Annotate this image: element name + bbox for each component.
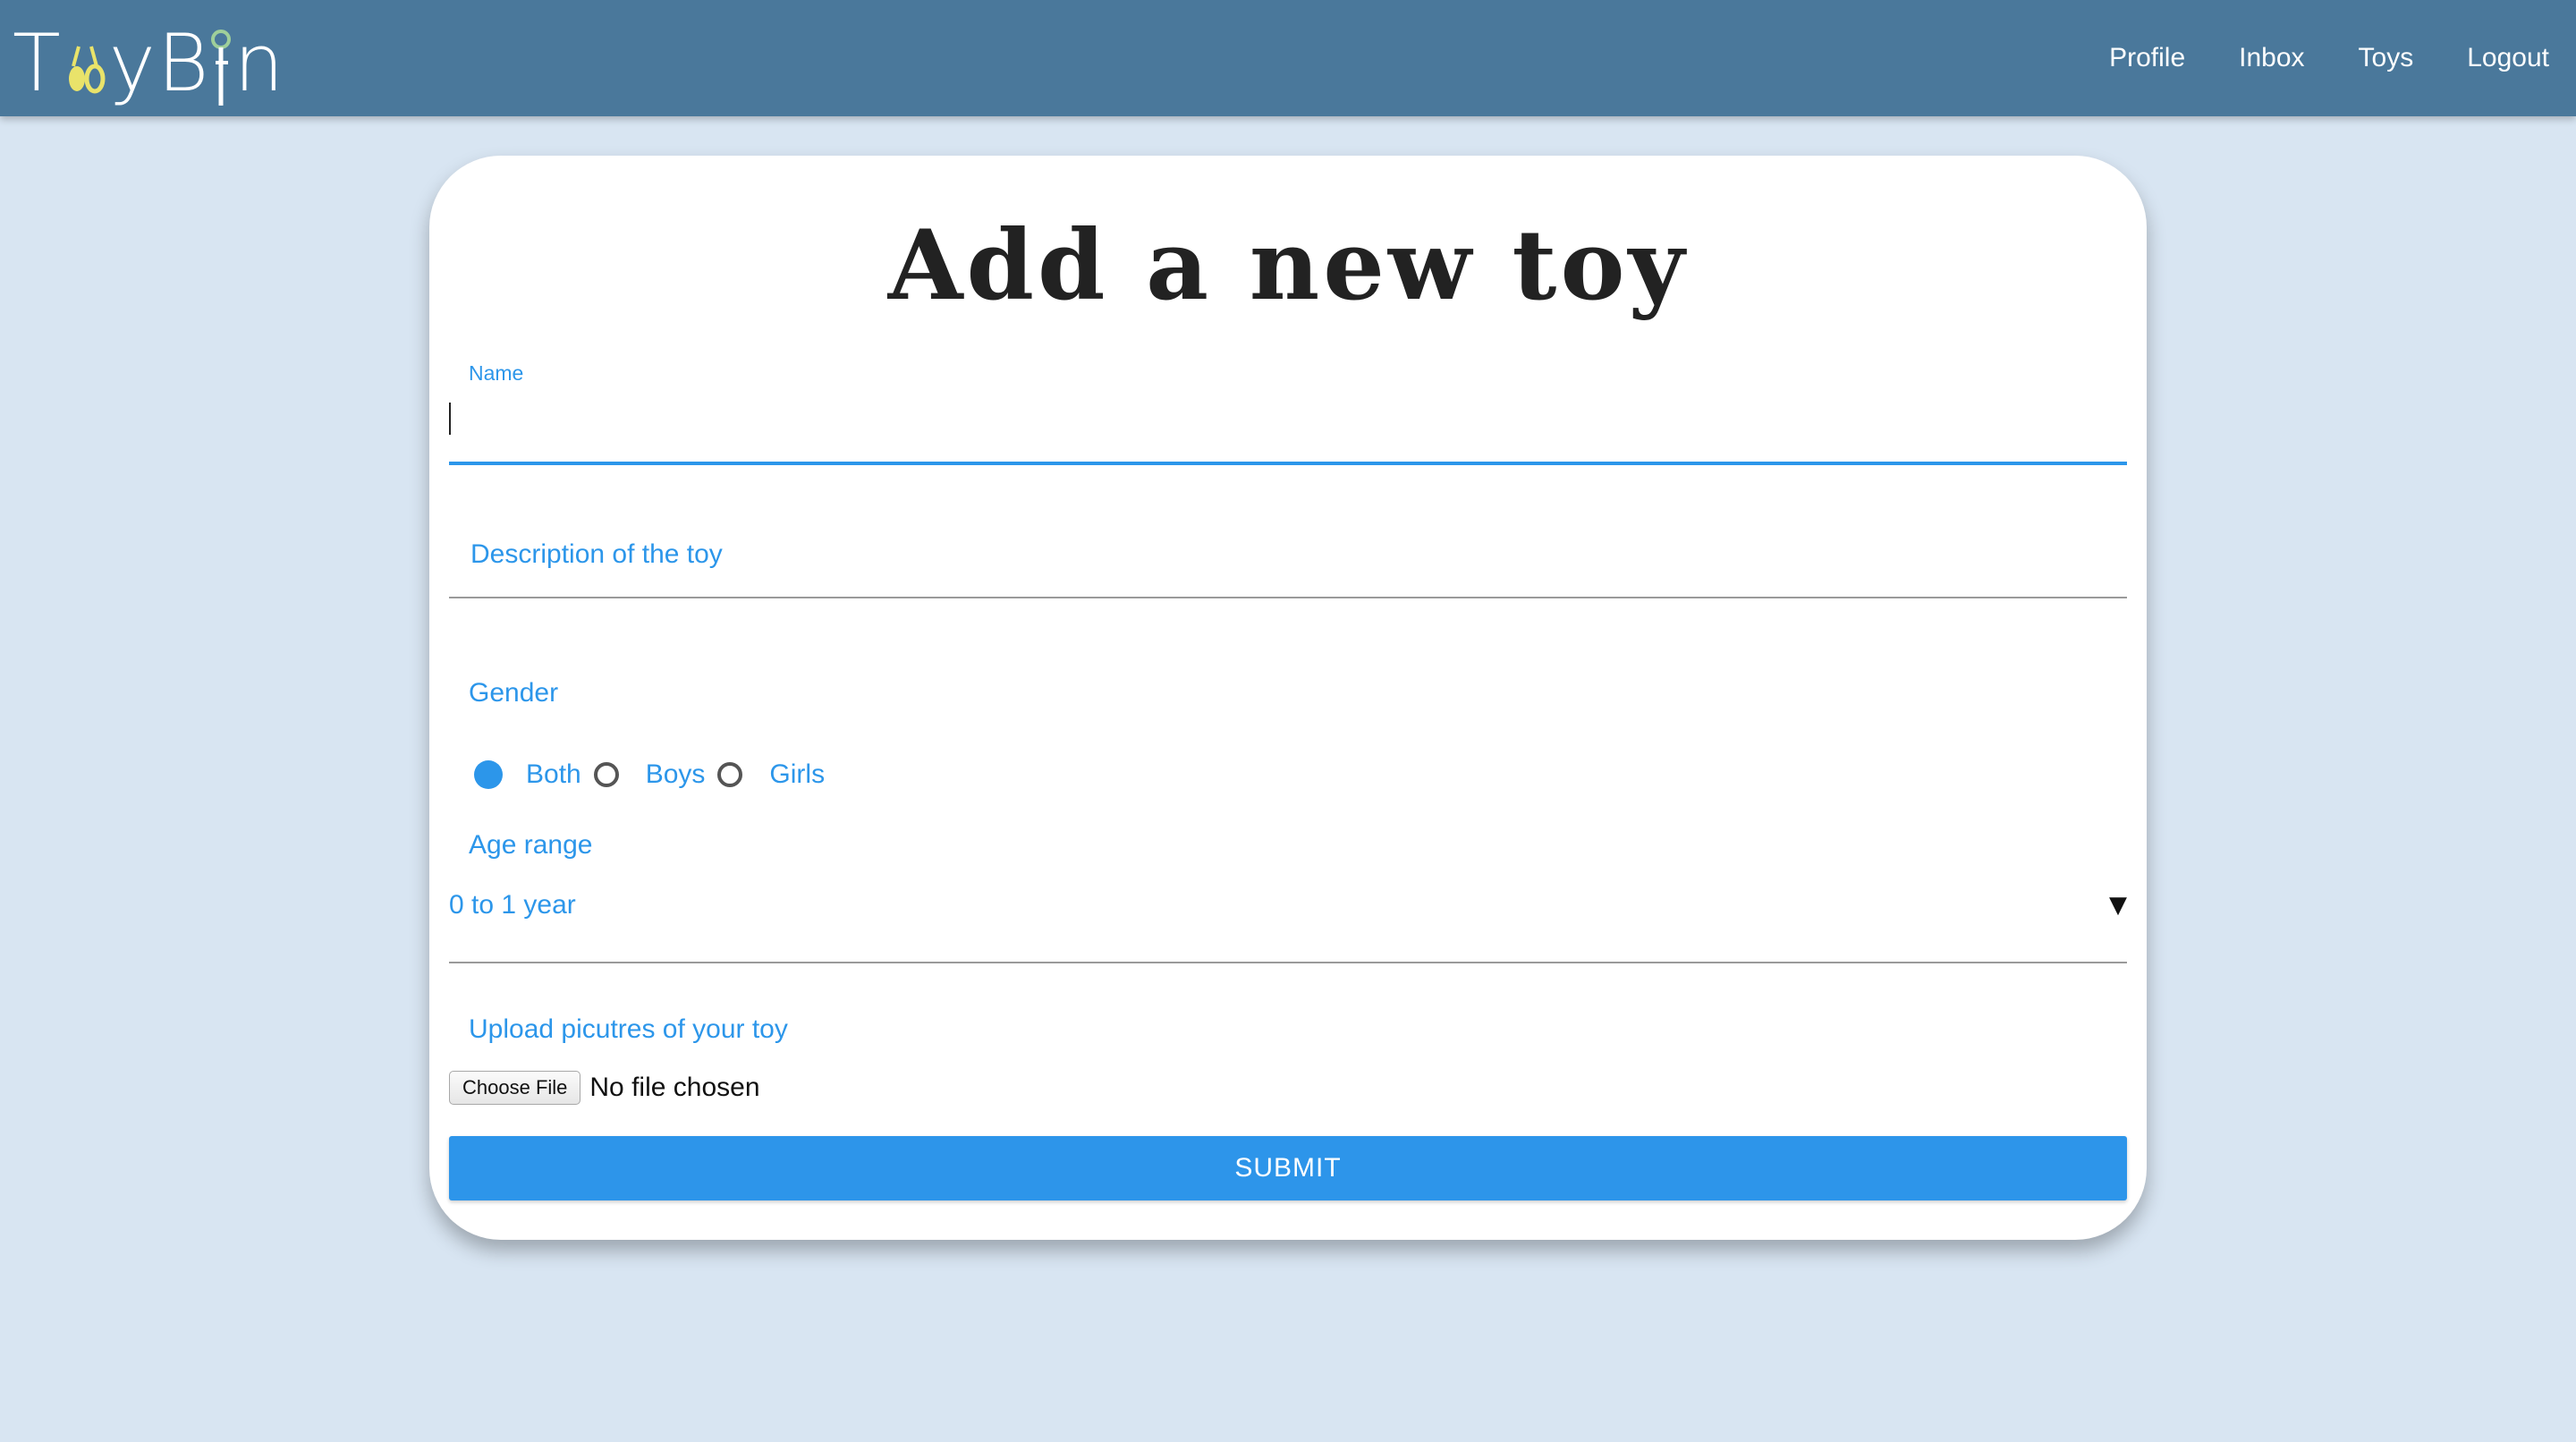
nav-links: Profile Inbox Toys Logout — [2109, 0, 2549, 116]
file-upload-row: Choose File No file chosen — [449, 1070, 760, 1106]
radio-option-girls[interactable]: Girls — [717, 759, 825, 790]
nav-link-profile[interactable]: Profile — [2109, 43, 2185, 73]
text-caret — [449, 403, 451, 435]
gender-radio-group: Both Boys Girls — [474, 755, 837, 794]
logo-bin-icon — [210, 20, 233, 109]
radio-both-selected-icon[interactable] — [474, 760, 503, 789]
description-input-underline — [449, 597, 2127, 598]
nav-link-inbox[interactable]: Inbox — [2239, 43, 2304, 73]
nav-link-toys[interactable]: Toys — [2359, 43, 2414, 73]
logo-text-start: T — [13, 17, 63, 109]
age-range-selected-value: 0 to 1 year — [449, 890, 576, 920]
add-toy-card: Add a new toy Name Gender Both Boys Girl… — [429, 156, 2147, 1240]
age-range-label: Age range — [469, 830, 593, 860]
page-title: Add a new toy — [887, 209, 1689, 322]
name-field-label: Name — [469, 361, 524, 385]
dropdown-arrow-icon: ▼ — [2109, 892, 2127, 919]
top-navbar: T yB n Profile Inbox Toys Logout — [0, 0, 2576, 116]
nav-link-logout[interactable]: Logout — [2467, 43, 2549, 73]
description-input[interactable] — [449, 517, 2127, 592]
logo-toy-icon — [64, 20, 107, 109]
radio-option-both[interactable]: Both — [474, 759, 581, 790]
upload-label: Upload picutres of your toy — [469, 1014, 788, 1044]
file-status-text: No file chosen — [589, 1073, 760, 1102]
radio-boys-icon[interactable] — [593, 762, 619, 787]
choose-file-button[interactable]: Choose File — [449, 1071, 581, 1105]
logo-text-end: n — [233, 17, 286, 109]
age-range-underline — [449, 962, 2127, 963]
age-range-select[interactable]: 0 to 1 year ▼ — [449, 869, 2127, 941]
gender-label: Gender — [469, 678, 559, 708]
name-input-underline — [449, 462, 2127, 465]
radio-label-girls: Girls — [769, 759, 826, 789]
logo-text-mid: yB — [108, 17, 211, 109]
radio-option-boys[interactable]: Boys — [593, 759, 706, 790]
radio-label-both: Both — [526, 759, 581, 789]
radio-girls-icon[interactable] — [717, 762, 743, 787]
submit-button[interactable]: SUBMIT — [449, 1136, 2127, 1200]
toybin-logo[interactable]: T yB n — [13, 5, 285, 109]
radio-label-boys: Boys — [645, 759, 706, 789]
name-input[interactable] — [449, 386, 2127, 438]
